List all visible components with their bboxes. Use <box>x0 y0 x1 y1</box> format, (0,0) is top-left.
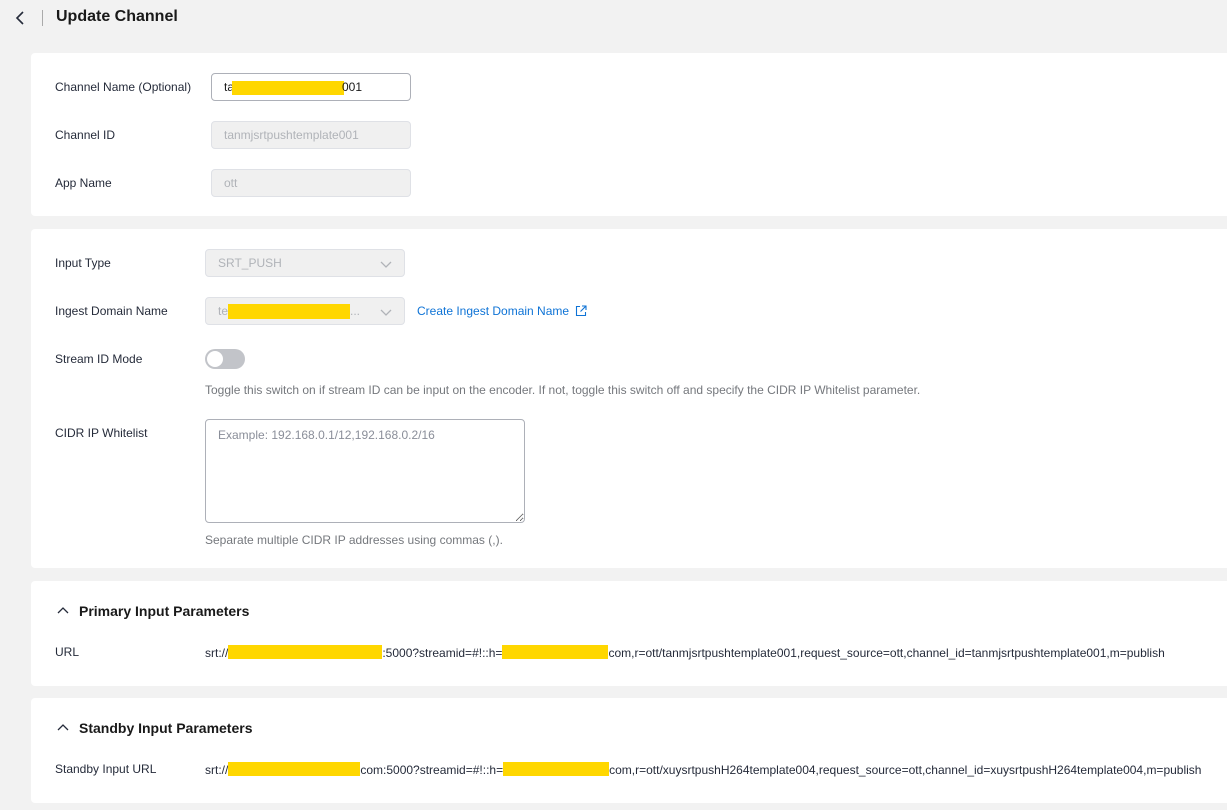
chevron-left-icon <box>15 11 24 25</box>
standby-url-part3: com,r=ott/xuysrtpushH264template004,requ… <box>609 763 1202 777</box>
stream-id-mode-toggle[interactable] <box>205 349 245 369</box>
ingest-domain-prefix: te <box>218 304 229 318</box>
ingest-domain-label: Ingest Domain Name <box>55 304 168 318</box>
chevron-up-icon <box>57 724 69 731</box>
standby-input-card: Standby Input Parameters Standby Input U… <box>31 698 1227 803</box>
chevron-down-icon <box>380 309 392 316</box>
redaction-mark <box>232 81 344 95</box>
chevron-up-icon <box>57 607 69 614</box>
chevron-down-icon <box>380 261 392 268</box>
external-link-icon <box>576 305 587 317</box>
primary-url-part1: srt:// <box>205 646 229 660</box>
redaction-mark <box>228 645 383 659</box>
create-ingest-domain-link[interactable]: Create Ingest Domain Name <box>417 304 587 318</box>
stream-id-hint: Toggle this switch on if stream ID can b… <box>205 383 921 397</box>
toggle-knob <box>207 351 223 367</box>
redaction-mark <box>228 762 361 776</box>
create-ingest-domain-label: Create Ingest Domain Name <box>417 304 570 318</box>
stream-id-mode-label: Stream ID Mode <box>55 352 143 366</box>
cidr-hint: Separate multiple CIDR IP addresses usin… <box>205 533 503 547</box>
basic-info-card: Channel Name (Optional) ta 001 Channel I… <box>31 53 1227 216</box>
standby-section-title: Standby Input Parameters <box>79 720 253 736</box>
primary-url-label: URL <box>55 645 80 659</box>
app-name-input: ott <box>211 169 411 197</box>
standby-url-part1: srt:// <box>205 763 229 777</box>
back-button[interactable] <box>12 9 28 27</box>
standby-section-header[interactable]: Standby Input Parameters <box>57 720 253 736</box>
page-title: Update Channel <box>56 8 178 25</box>
input-type-select: SRT_PUSH <box>205 249 405 277</box>
standby-url-label: Standby Input URL <box>55 762 157 776</box>
channel-id-label: Channel ID <box>55 128 116 142</box>
input-type-label: Input Type <box>55 256 111 270</box>
cidr-whitelist-textarea[interactable] <box>205 419 525 523</box>
channel-name-suffix: 001 <box>342 80 363 94</box>
redaction-mark <box>502 645 609 659</box>
ingest-domain-ellipsis: ... <box>350 304 361 318</box>
input-settings-card: Input Type SRT_PUSH Ingest Domain Name t… <box>31 229 1227 568</box>
channel-name-label: Channel Name (Optional) <box>55 80 192 94</box>
header-divider <box>42 10 43 26</box>
primary-url-value: srt:// :5000?streamid=#!::h= com,r=ott/tan… <box>205 645 1165 660</box>
standby-url-part2: com:5000?streamid=#!::h= <box>360 763 504 777</box>
redaction-mark <box>503 762 610 776</box>
channel-id-input: tanmjsrtpushtemplate001 <box>211 121 411 149</box>
primary-input-card: Primary Input Parameters URL srt:// :5000… <box>31 581 1227 686</box>
primary-url-part2: :5000?streamid=#!::h= <box>382 646 503 660</box>
channel-name-input[interactable]: ta 001 <box>211 73 411 101</box>
primary-section-header[interactable]: Primary Input Parameters <box>57 603 249 619</box>
input-type-value: SRT_PUSH <box>218 256 282 270</box>
app-name-label: App Name <box>55 176 112 190</box>
ingest-domain-select: te ... <box>205 297 405 325</box>
page-header: Update Channel <box>0 0 1227 36</box>
standby-url-value: srt:// com:5000?streamid=#!::h= com,r=ott/… <box>205 762 1201 777</box>
primary-section-title: Primary Input Parameters <box>79 603 250 619</box>
redaction-mark <box>228 304 350 319</box>
cidr-whitelist-label: CIDR IP Whitelist <box>55 426 148 440</box>
primary-url-part3: com,r=ott/tanmjsrtpushtemplate001,reques… <box>608 646 1165 660</box>
